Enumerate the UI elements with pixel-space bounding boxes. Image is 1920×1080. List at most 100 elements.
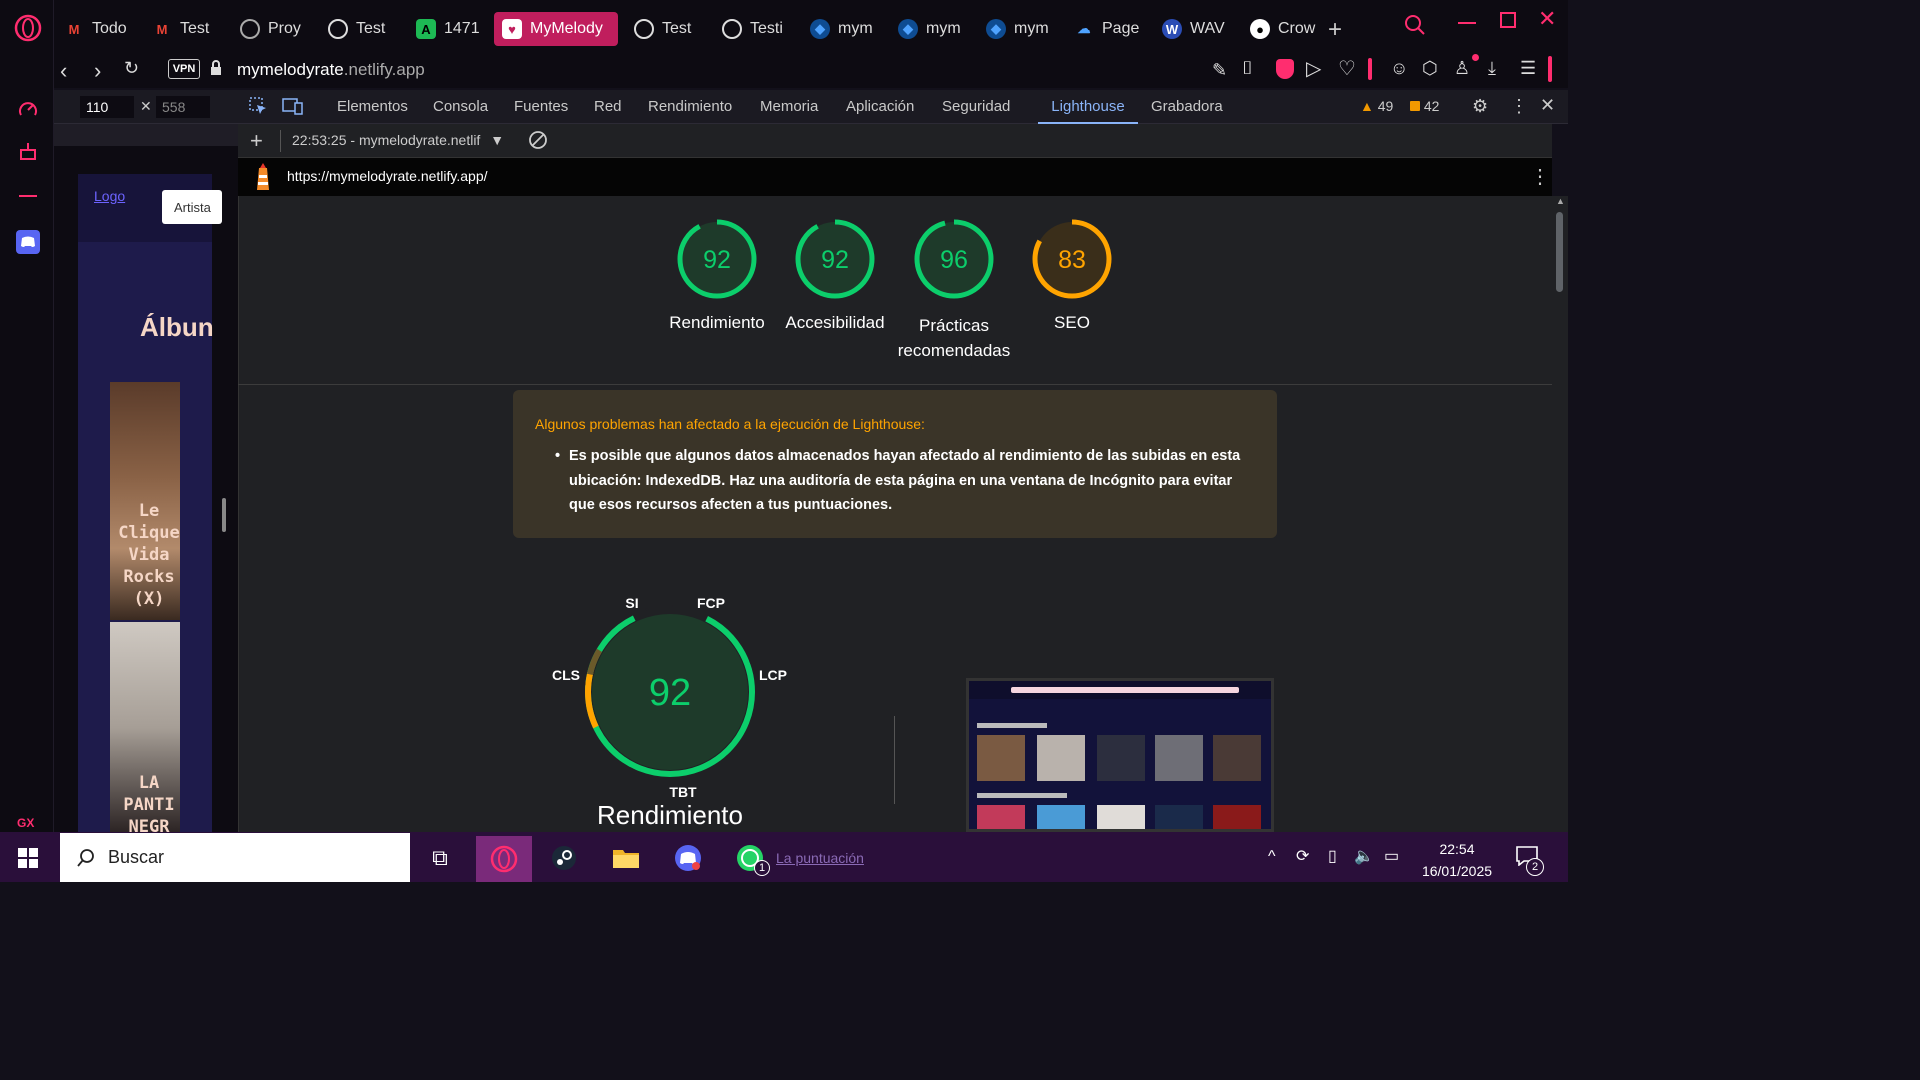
device-toolbar-icon[interactable] (282, 96, 304, 121)
windows-start-icon[interactable] (18, 848, 38, 873)
profile-icon[interactable]: ♙ (1454, 58, 1470, 79)
task-view-icon[interactable]: ⧉ (420, 838, 460, 878)
device-height-input[interactable] (156, 96, 210, 118)
devtools-tab-aplicacion[interactable]: Aplicación (846, 90, 914, 124)
album-title: Le Clique Vida Rocks (X) (118, 501, 180, 609)
clock[interactable]: 22:54 16/01/2025 (1418, 838, 1496, 882)
new-report-icon[interactable]: + (250, 128, 263, 154)
devtools-tab-fuentes[interactable]: Fuentes (514, 90, 568, 124)
minimize-icon[interactable] (1458, 22, 1476, 24)
aria-icon[interactable]: ☺ (1390, 58, 1408, 79)
tray-usb-icon[interactable]: ▯ (1328, 846, 1337, 866)
final-screenshot-thumbnail[interactable] (966, 678, 1274, 832)
easy-setup-icon[interactable]: ☰ (1520, 58, 1536, 79)
browser-tab[interactable]: M Todo (56, 12, 140, 46)
browser-tab[interactable]: Test (320, 12, 404, 46)
close-devtools-icon[interactable]: ✕ (1540, 95, 1555, 116)
browser-tab[interactable]: Proy (232, 12, 316, 46)
opera-logo-icon[interactable] (14, 14, 42, 42)
logo-image[interactable]: Logo (94, 188, 125, 204)
send-icon[interactable]: ▷ (1306, 56, 1321, 81)
new-tab-button[interactable]: + (1328, 16, 1342, 44)
report-selector[interactable]: 22:53:25 - mymelodyrate.netlif ▼ (292, 132, 504, 148)
thumb-album (977, 735, 1025, 781)
vpn-badge[interactable]: VPN (168, 59, 200, 79)
devtools-tab-rendimiento[interactable]: Rendimiento (648, 90, 732, 124)
browser-tab[interactable]: ● Crow (1242, 12, 1326, 46)
scroll-up-icon[interactable]: ▲ (1556, 196, 1565, 206)
pages-icon: ☁ (1077, 21, 1091, 36)
devtools-tab-consola[interactable]: Consola (433, 90, 488, 124)
search-tabs-icon[interactable] (1404, 14, 1426, 41)
browser-tab[interactable]: ☁ Page (1066, 12, 1150, 46)
back-icon[interactable]: ‹ (60, 58, 67, 84)
browser-tab[interactable]: W WAV (1154, 12, 1238, 46)
metric-label-si: SI (625, 595, 638, 611)
network-icon[interactable]: ▭ (1384, 846, 1399, 866)
resize-handle[interactable] (222, 498, 226, 532)
devtools-tab-red[interactable]: Red (594, 90, 622, 124)
browser-tab[interactable]: Test (626, 12, 710, 46)
report-url[interactable]: https://mymelodyrate.netlify.app/ (287, 168, 488, 184)
clear-reports-icon[interactable] (528, 130, 548, 155)
close-window-icon[interactable]: ✕ (1538, 6, 1556, 32)
volume-icon[interactable]: 🔈 (1354, 846, 1374, 866)
discord-taskbar-icon[interactable] (668, 838, 708, 878)
warning-icon: ▲ (1360, 98, 1374, 114)
heart-icon[interactable]: ♡ (1338, 56, 1356, 81)
browser-tab[interactable]: Testi (714, 12, 798, 46)
browser-tab[interactable]: M Test (144, 12, 228, 46)
browser-tab[interactable]: ◆ mym (890, 12, 974, 46)
thumb-album (1155, 735, 1203, 781)
devtools-tab-seguridad[interactable]: Seguridad (942, 90, 1010, 124)
file-explorer-icon[interactable] (606, 838, 646, 878)
tray-chevron-up-icon[interactable]: ^ (1268, 848, 1276, 866)
lock-icon[interactable] (210, 60, 222, 75)
extensions-cube-icon[interactable]: ⬡ (1422, 58, 1438, 79)
browser-tab[interactable]: ◆ mym (978, 12, 1062, 46)
gx-cleaner-icon[interactable] (14, 138, 42, 166)
tray-sync-icon[interactable]: ⟳ (1296, 846, 1309, 866)
devtools-toolbar: ✕ Elementos Consola Fuentes Red Rendimie… (54, 90, 1568, 124)
artist-button[interactable]: Artista (162, 190, 222, 224)
issues-counter[interactable]: 42 (1410, 98, 1439, 114)
performance-gauge[interactable]: 92 SI FCP LCP TBT CLS (540, 590, 810, 800)
download-icon[interactable]: ⤓ (1488, 58, 1496, 79)
devtools-tab-grabadora[interactable]: Grabadora (1151, 90, 1223, 124)
scrollbar[interactable]: ▲ (1552, 196, 1568, 832)
browser-tab[interactable]: ◆ mym (802, 12, 886, 46)
gauge-rendimiento[interactable]: 92 (677, 219, 757, 299)
devtools-tab-memoria[interactable]: Memoria (760, 90, 818, 124)
opera-sidebar: GX (0, 0, 54, 832)
devtools-tab-elementos[interactable]: Elementos (337, 90, 408, 124)
gauge-seo[interactable]: 83 (1032, 219, 1112, 299)
settings-gear-icon[interactable]: ⚙ (1472, 96, 1488, 117)
scroll-thumb[interactable] (1556, 212, 1563, 292)
browser-tab[interactable]: A 1471 (408, 12, 492, 46)
device-width-input[interactable] (80, 96, 134, 118)
restore-icon[interactable] (1500, 12, 1516, 28)
reload-icon[interactable]: ↻ (124, 58, 139, 79)
camera-icon[interactable]: ⌷ (1242, 58, 1253, 79)
snapshot-edit-icon[interactable]: ✎ (1212, 60, 1227, 81)
adblock-shield-icon[interactable] (1276, 59, 1294, 79)
report-menu-icon[interactable]: ⋮ (1530, 164, 1550, 189)
more-options-icon[interactable]: ⋮ (1510, 96, 1528, 117)
opera-gx-taskbar-icon[interactable] (476, 836, 532, 882)
openai-icon (240, 19, 260, 39)
album-cover[interactable]: LA PANTI NEGR (110, 622, 180, 837)
metric-label-fcp: FCP (697, 595, 725, 611)
taskbar-search[interactable]: Buscar (60, 833, 410, 882)
url-text[interactable]: mymelodyrate.netlify.app (237, 60, 425, 80)
album-cover[interactable]: Le Clique Vida Rocks (X) (110, 382, 180, 620)
discord-icon[interactable] (16, 230, 40, 254)
gauge-practicas[interactable]: 96 (914, 219, 994, 299)
warnings-counter[interactable]: ▲ 49 (1360, 98, 1393, 114)
devtools-tab-lighthouse[interactable]: Lighthouse (1038, 90, 1138, 124)
browser-tab-active[interactable]: ♥ MyMelody (494, 12, 618, 46)
steam-icon[interactable] (544, 838, 584, 878)
forward-icon[interactable]: › (94, 58, 101, 84)
inspect-element-icon[interactable] (248, 96, 268, 121)
gauge-accesibilidad[interactable]: 92 (795, 219, 875, 299)
gx-control-icon[interactable] (14, 96, 42, 124)
